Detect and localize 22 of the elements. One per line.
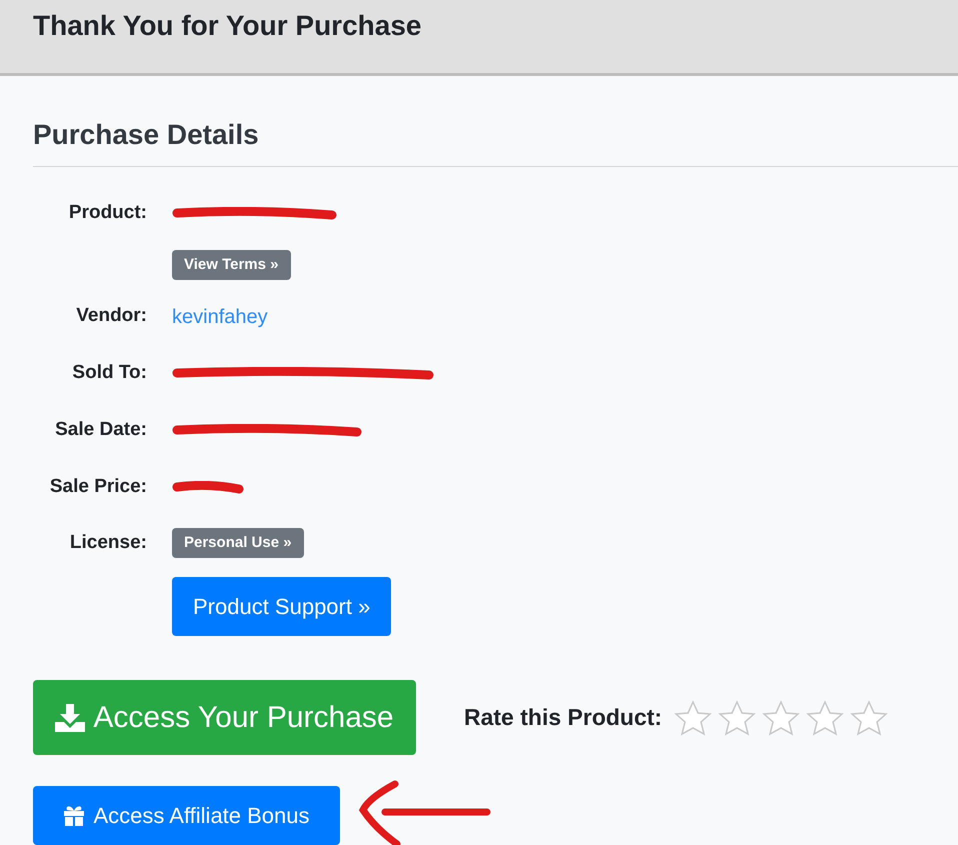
- affiliate-bonus-button[interactable]: Access Affiliate Bonus: [33, 786, 340, 844]
- field-label: Sale Price:: [48, 475, 147, 500]
- rating-star[interactable]: [674, 700, 712, 736]
- rating-star[interactable]: [806, 700, 844, 736]
- page-title: Thank You for Your Purchase: [33, 8, 422, 42]
- field-label: Product:: [68, 201, 147, 226]
- field-label: Sold To:: [71, 361, 147, 386]
- field-label: License:: [68, 530, 147, 555]
- vendor-link[interactable]: kevinfahey: [172, 302, 268, 332]
- rating-star[interactable]: [718, 700, 756, 736]
- rating-star[interactable]: [850, 700, 888, 736]
- rating-label: Rate this Product:: [464, 703, 662, 732]
- download-icon: [55, 704, 86, 732]
- field-label: Sale Date:: [54, 418, 147, 442]
- field-label: Vendor:: [75, 304, 147, 328]
- rating-star[interactable]: [762, 700, 800, 736]
- support-button[interactable]: Product Support »: [172, 576, 392, 636]
- badge-link[interactable]: View Terms »: [172, 250, 290, 280]
- gift-icon: [63, 804, 86, 826]
- access-purchase-button[interactable]: Access Your Purchase: [33, 680, 416, 755]
- section-heading: Purchase Details: [33, 114, 958, 167]
- badge-link[interactable]: Personal Use »: [172, 528, 304, 558]
